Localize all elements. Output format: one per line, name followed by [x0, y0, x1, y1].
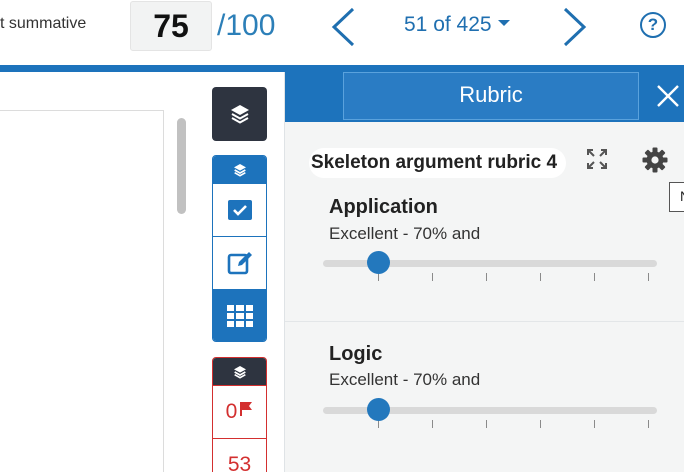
similarity-tools-group: 0 53: [212, 357, 267, 472]
slider-thumb[interactable]: [367, 251, 390, 274]
slider-tick: [378, 273, 379, 281]
layers-icon: [233, 365, 246, 379]
slider-tick: [540, 273, 541, 281]
help-icon[interactable]: ?: [640, 12, 666, 38]
criterion-slider[interactable]: [323, 251, 657, 281]
rubric-tab[interactable]: Rubric: [343, 72, 639, 120]
slider-tick: [540, 420, 541, 428]
feedback-comment-button[interactable]: [213, 236, 266, 289]
criterion-title: Logic: [329, 343, 383, 365]
slider-tick: [648, 420, 649, 428]
grading-tools-group: [212, 155, 267, 342]
slider-tick: [648, 273, 649, 281]
expand-icon: [587, 149, 607, 169]
chevron-left-icon: [331, 7, 355, 47]
flags-count: 0: [225, 400, 238, 423]
criterion-slider[interactable]: [323, 398, 657, 428]
rubric-name: Skeleton argument rubric 4: [309, 148, 567, 178]
similarity-layer-header[interactable]: [213, 358, 266, 385]
layers-toggle-button[interactable]: [212, 87, 267, 141]
layers-icon: [233, 163, 246, 177]
rubric-panel: Rubric Skeleton argument rubric 4 Applic…: [284, 72, 684, 472]
slider-tick: [432, 420, 433, 428]
rubric-criterion: Application Excellent - 70% and: [285, 188, 684, 320]
criterion-level: Excellent - 70% and: [329, 370, 481, 389]
next-submission-button[interactable]: [563, 7, 587, 47]
document-scrollbar[interactable]: [174, 112, 188, 472]
criterion-title: Application: [329, 196, 438, 218]
expand-rubric-button[interactable]: [585, 147, 609, 171]
gear-icon: [642, 147, 668, 173]
score-max: /100: [217, 9, 276, 42]
assignment-title: t summative: [0, 15, 87, 32]
quickmark-button[interactable]: [213, 183, 266, 236]
rubric-grid-button[interactable]: [213, 289, 266, 341]
flag-icon: [240, 402, 253, 416]
checkbox-icon: [227, 200, 252, 220]
grid-icon: [226, 305, 253, 327]
submission-counter-label: 51 of 425: [404, 13, 492, 36]
chevron-right-icon: [563, 7, 587, 47]
slider-tick: [432, 273, 433, 281]
rubric-criterion: Logic Excellent - 70% and: [285, 321, 684, 472]
similarity-score-button[interactable]: 53: [213, 438, 266, 472]
slider-tick: [594, 273, 595, 281]
slider-tick: [486, 420, 487, 428]
close-panel-button[interactable]: [655, 83, 681, 109]
slider-thumb[interactable]: [367, 398, 390, 421]
close-icon: [657, 85, 679, 107]
rubric-panel-header: Rubric: [285, 72, 684, 122]
flags-button[interactable]: 0: [213, 385, 266, 438]
scrollbar-thumb[interactable]: [177, 118, 186, 214]
criterion-level: Excellent - 70% and: [329, 224, 481, 243]
similarity-count: 53: [227, 453, 252, 472]
previous-submission-button[interactable]: [331, 7, 355, 47]
slider-tick: [486, 273, 487, 281]
slider-tick: [378, 420, 379, 428]
top-bar: t summative 75 /100 51 of 425 ?: [0, 0, 684, 65]
document-page[interactable]: [0, 110, 164, 472]
grading-layer-header[interactable]: [213, 156, 266, 183]
slider-tick: [594, 420, 595, 428]
score-input[interactable]: 75: [130, 1, 212, 51]
header-divider: [0, 65, 684, 72]
submission-counter-dropdown[interactable]: 51 of 425: [404, 13, 510, 37]
edit-icon: [227, 252, 252, 275]
caret-down-icon: [497, 20, 510, 27]
rubric-settings-button[interactable]: [641, 146, 669, 174]
layers-icon: [230, 105, 249, 124]
